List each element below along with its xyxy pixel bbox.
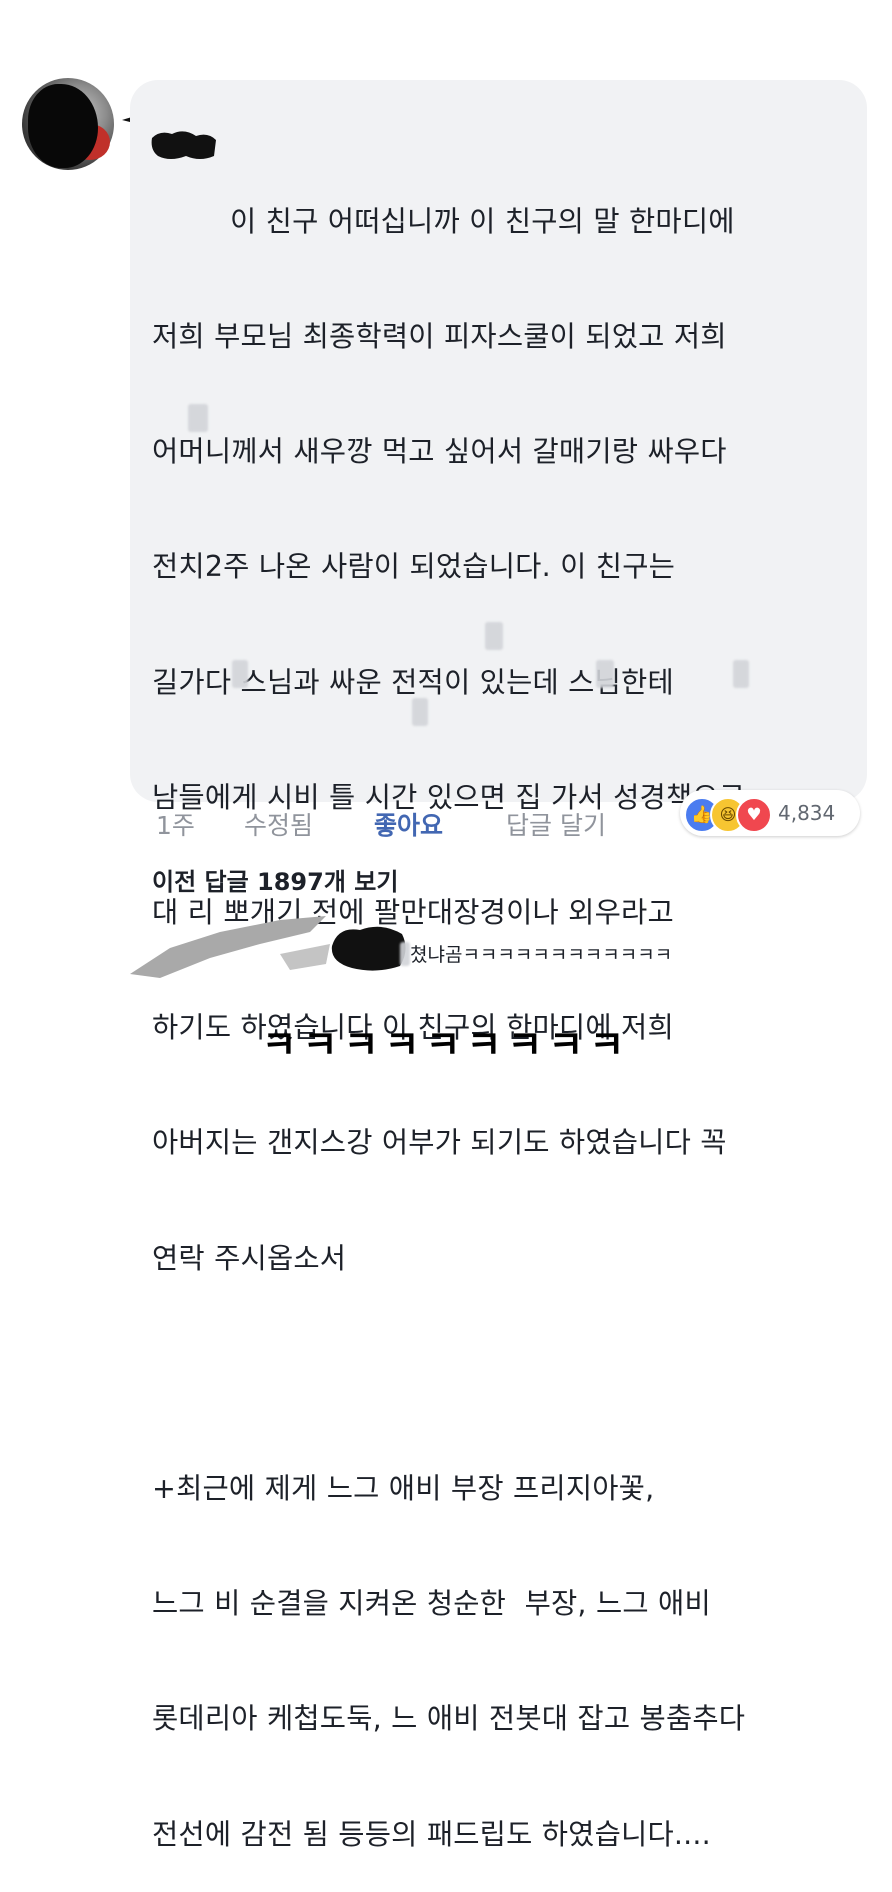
blur-mosaic [733, 660, 749, 688]
reaction-summary[interactable]: 👍 😆 ♥ 4,834 [680, 790, 860, 836]
view-previous-replies-link[interactable]: 이전 답글 1897개 보기 [152, 862, 398, 902]
comment-line: 저희 부모님 최종학력이 피자스쿨이 되었고 저희 [152, 320, 727, 354]
comment-time[interactable]: 1주 [156, 806, 195, 846]
comment-line: 느그 비 순결을 지켜온 청순한 부장, 느그 애비 [152, 1587, 711, 1621]
commenter-avatar[interactable] [22, 78, 114, 170]
like-button[interactable]: 좋아요 [374, 806, 443, 846]
blur-mosaic [232, 660, 248, 688]
comment-line: 아버지는 갠지스강 어부가 되기도 하였습니다 꼭 [152, 1126, 727, 1160]
reply-row: 쳤냐곰ㅋㅋㅋㅋㅋㅋㅋㅋㅋㅋㅋㅋ [120, 910, 820, 990]
love-icon: ♥ [736, 797, 772, 833]
comment-line [152, 1355, 852, 1393]
reply-button[interactable]: 답글 달기 [506, 806, 606, 846]
avatar-redaction [28, 84, 98, 168]
caption-text: ㅋㅋㅋㅋㅋㅋㅋㅋㅋ [261, 1023, 631, 1067]
comment-line: 전선에 감전 됨 등등의 패드립도 하였습니다.... [152, 1817, 711, 1851]
reply-text: 쳤냐곰ㅋㅋㅋㅋㅋㅋㅋㅋㅋㅋㅋㅋ [410, 944, 673, 966]
blur-mosaic [485, 622, 503, 650]
blur-mosaic [188, 404, 208, 432]
reply-name-redaction [331, 926, 406, 971]
reply-avatar-redaction [130, 916, 330, 978]
reaction-count: 4,834 [778, 801, 836, 825]
comment-line: 연락 주시옵소서 [152, 1241, 347, 1275]
blur-mosaic [412, 698, 428, 726]
edited-label[interactable]: 수정됨 [244, 806, 313, 846]
blur-mosaic [400, 942, 410, 966]
comment-line: 어머니께서 새우깡 먹고 싶어서 갈매기랑 싸우다 [152, 435, 727, 469]
comment-line: 전치2주 나온 사람이 되었습니다. 이 친구는 [152, 550, 676, 584]
blur-mosaic [596, 660, 614, 688]
comment-line: 롯데리아 케첩도둑, 느 애비 전봇대 잡고 봉춤추다 [152, 1702, 746, 1736]
comment-line: 이 친구 어떠십니까 이 친구의 말 한마디에 [230, 204, 735, 238]
comment-text: 이 친구 어떠십니까 이 친구의 말 한마디에 저희 부모님 최종학력이 피자스… [152, 126, 852, 1892]
comment-line: +최근에 제게 느그 애비 부장 프리지아꽃, [152, 1472, 655, 1506]
